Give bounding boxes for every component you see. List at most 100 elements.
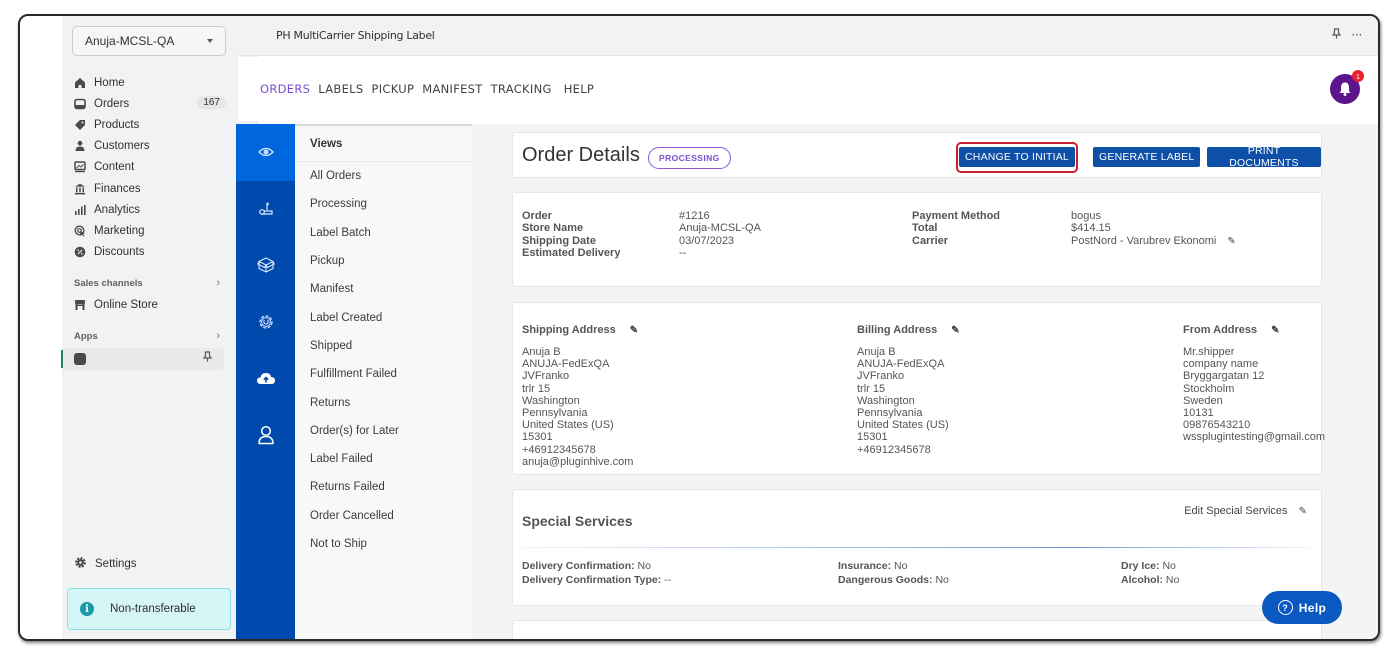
bank-icon (74, 183, 86, 195)
sidebar-item-products[interactable]: Products (62, 114, 234, 135)
view-item-manifest[interactable]: Manifest (295, 275, 472, 303)
store-name-value: Anuja-MCSL-QA (679, 222, 761, 235)
box-icon (256, 257, 275, 273)
sidebar-item-home[interactable]: Home (62, 72, 234, 93)
address-line: Pennsylvania (857, 407, 923, 420)
address-line: ANUJA-FedExQA (522, 358, 610, 371)
tab-pickup[interactable]: PICKUP (371, 82, 414, 96)
view-item-returns-failed[interactable]: Returns Failed (295, 473, 472, 501)
app-tabs: ORDERS LABELS PICKUP MANIFEST TRACKING H… (238, 57, 1378, 121)
notification-count: 1 (1352, 70, 1364, 82)
view-item-processing[interactable]: Processing (295, 190, 472, 218)
tab-orders[interactable]: ORDERS (260, 82, 310, 96)
edit-icon[interactable]: ✎ (630, 325, 638, 336)
sidebar-item-finances[interactable]: Finances (62, 178, 234, 199)
special-services-col-2: Insurance: No Dangerous Goods: No (838, 559, 949, 587)
address-line: 09876543210 (1183, 419, 1251, 432)
shipping-date-value: 03/07/2023 (679, 234, 735, 247)
tab-help[interactable]: HELP (564, 82, 594, 96)
service-item: Delivery Confirmation: No (522, 560, 651, 572)
eye-icon (257, 148, 274, 157)
chevron-down-icon (207, 39, 213, 43)
view-item-order-cancelled[interactable]: Order Cancelled (295, 502, 472, 530)
sidebar-item-label: Online Store (94, 299, 158, 312)
edit-special-services-link[interactable]: Edit Special Services ✎ (1184, 505, 1307, 517)
view-item-pickup[interactable]: Pickup (295, 247, 472, 275)
generate-label-button[interactable]: GENERATE LABEL (1093, 147, 1201, 167)
print-documents-button[interactable]: PRINT DOCUMENTS (1207, 145, 1321, 169)
order-info-keys-left: Order Store Name Shipping Date Estimated… (522, 210, 620, 259)
next-card (512, 620, 1322, 639)
app-title: PH MultiCarrier Shipping Label (276, 29, 435, 42)
bar-chart-icon (74, 204, 86, 216)
sales-channels-section[interactable]: Sales channels › (62, 273, 234, 295)
view-item-label-batch[interactable]: Label Batch (295, 219, 472, 247)
view-item-not-to-ship[interactable]: Not to Ship (295, 530, 472, 558)
from-address-heading: From Address (1183, 324, 1258, 336)
view-item-orders-for-later[interactable]: Order(s) for Later (295, 417, 472, 445)
sidebar-item-label: Home (94, 76, 125, 89)
notification-bell[interactable]: 1 (1330, 70, 1364, 104)
address-line: ANUJA-FedExQA (857, 358, 945, 371)
rail-settings[interactable] (236, 294, 295, 351)
address-line: JVFranko (522, 370, 570, 383)
rail-views[interactable] (236, 124, 295, 181)
non-transferable-banner[interactable]: i Non-transferable (67, 588, 231, 630)
edit-icon[interactable]: ✎ (951, 325, 959, 336)
help-button[interactable]: ? Help (1262, 591, 1342, 624)
rail-shipping[interactable] (236, 181, 295, 238)
rail-account[interactable] (236, 407, 295, 464)
view-item-returns[interactable]: Returns (295, 388, 472, 416)
view-item-label-failed[interactable]: Label Failed (295, 445, 472, 473)
settings-label: Settings (95, 558, 137, 570)
view-item-fulfillment-failed[interactable]: Fulfillment Failed (295, 360, 472, 388)
field-label: Shipping Date (522, 234, 596, 247)
sidebar-item-online-store[interactable]: Online Store (62, 295, 234, 316)
address-line: 15301 (522, 431, 553, 444)
sidebar-item-discounts[interactable]: Discounts (62, 242, 234, 263)
address-line: Washington (522, 394, 580, 407)
service-item: Dangerous Goods: No (838, 574, 949, 586)
pin-icon[interactable] (1332, 28, 1342, 42)
rail-upload[interactable] (236, 350, 295, 407)
sidebar-item-orders[interactable]: Orders 167 (62, 93, 234, 114)
tab-labels[interactable]: LABELS (318, 82, 363, 96)
sidebar-item-customers[interactable]: Customers (62, 136, 234, 157)
sidebar-item-marketing[interactable]: Marketing (62, 220, 234, 241)
tab-tracking[interactable]: TRACKING (491, 82, 552, 96)
chevron-right-icon: › (216, 329, 220, 342)
service-item: Delivery Confirmation Type: -- (522, 574, 672, 586)
discount-icon (74, 246, 86, 258)
address-line: Washington (857, 394, 915, 407)
service-item: Alcohol: No (1121, 574, 1180, 586)
tab-manifest[interactable]: MANIFEST (422, 82, 482, 96)
view-item-all-orders[interactable]: All Orders (295, 162, 472, 190)
home-icon (74, 77, 86, 89)
order-header-card: Order Details PROCESSING CHANGE TO INITI… (512, 132, 1322, 178)
edit-icon[interactable]: ✎ (1271, 325, 1279, 336)
rail-packages[interactable] (236, 237, 295, 294)
address-line: Pennsylvania (522, 407, 588, 420)
field-label: Estimated Delivery (522, 246, 621, 259)
sidebar-item-label: Content (94, 161, 135, 174)
view-item-label-created[interactable]: Label Created (295, 303, 472, 331)
view-item-shipped[interactable]: Shipped (295, 332, 472, 360)
orders-count-badge: 167 (197, 96, 226, 110)
more-options-icon[interactable]: ··· (1351, 28, 1362, 42)
change-to-initial-button[interactable]: CHANGE TO INITIAL (959, 147, 1075, 167)
address-line: JVFranko (857, 370, 905, 383)
apps-section[interactable]: Apps › (62, 326, 234, 348)
pin-icon[interactable] (202, 351, 213, 365)
sidebar-item-settings[interactable]: Settings (74, 556, 137, 572)
orders-icon (74, 98, 86, 110)
sidebar-item-analytics[interactable]: Analytics (62, 199, 234, 220)
service-item: Insurance: No (838, 560, 908, 572)
edit-icon[interactable]: ✎ (1227, 236, 1235, 248)
sidebar-item-app[interactable] (61, 347, 224, 370)
order-number: #1216 (679, 210, 710, 222)
bell-icon (1339, 82, 1351, 96)
sidebar-item-content[interactable]: Content (62, 157, 234, 178)
app-window: Anuja-MCSL-QA Home Orders 167 Products C… (18, 14, 1380, 641)
help-label: Help (1298, 600, 1327, 615)
store-selector[interactable]: Anuja-MCSL-QA (72, 26, 226, 56)
